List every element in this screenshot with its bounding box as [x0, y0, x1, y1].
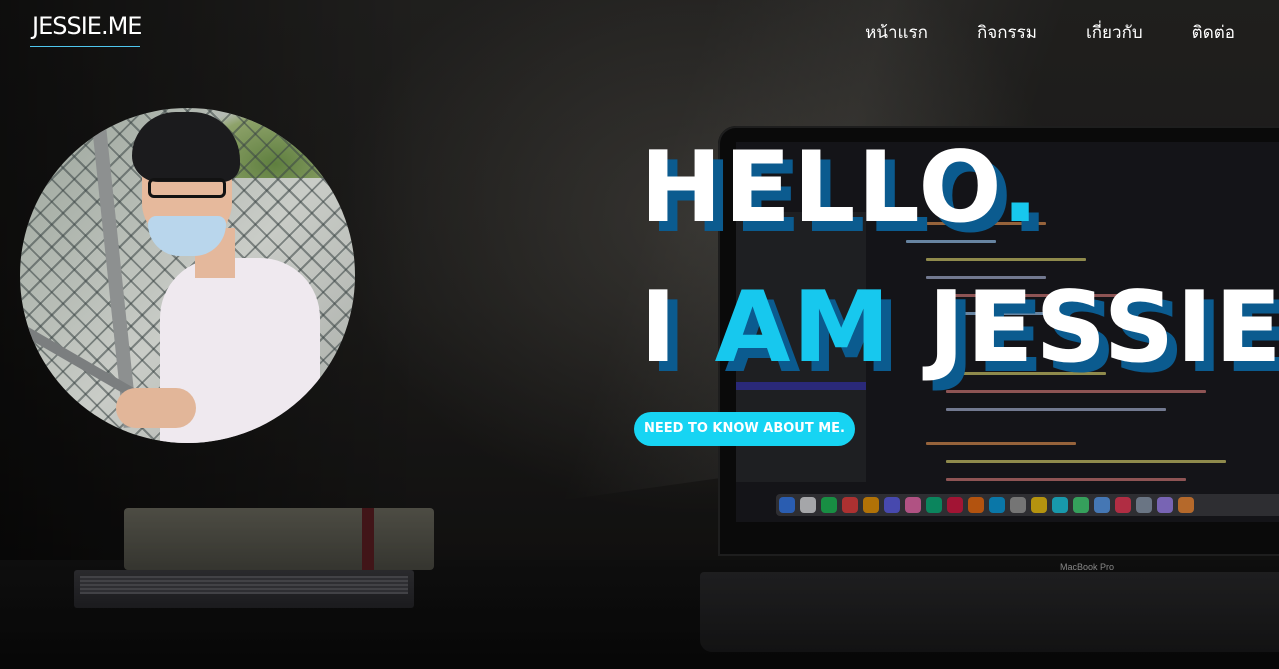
hero-section: MacBook Pro JESSIE.ME หน้าแรก กิจกรรม เก… [0, 0, 1279, 669]
nav-item-home[interactable]: หน้าแรก [865, 19, 928, 46]
about-me-button[interactable]: NEED TO KNOW ABOUT ME. [634, 412, 855, 446]
headline-am: AM [714, 271, 892, 385]
main-nav: หน้าแรก กิจกรรม เกี่ยวกับ ติดต่อ [865, 19, 1235, 46]
nav-item-contact[interactable]: ติดต่อ [1192, 19, 1235, 46]
photo-glasses [148, 178, 226, 198]
headline-line-1: HELLO. [640, 118, 1279, 258]
profile-photo [20, 108, 355, 443]
logo-underline [30, 46, 140, 47]
headline-line-2: I AM JESSIE. [640, 258, 1279, 398]
headline-i: I [640, 271, 679, 385]
headline-hello: HELLO [640, 131, 1002, 245]
headline-name: JESSIE [928, 271, 1279, 385]
nav-item-activities[interactable]: กิจกรรม [977, 19, 1037, 46]
hero-headline: HELLO. I AM JESSIE. [640, 118, 1279, 398]
site-logo[interactable]: JESSIE.ME [32, 12, 142, 40]
headline-dot-1: . [1001, 131, 1041, 245]
nav-item-about[interactable]: เกี่ยวกับ [1086, 19, 1143, 46]
photo-arm [116, 388, 196, 428]
